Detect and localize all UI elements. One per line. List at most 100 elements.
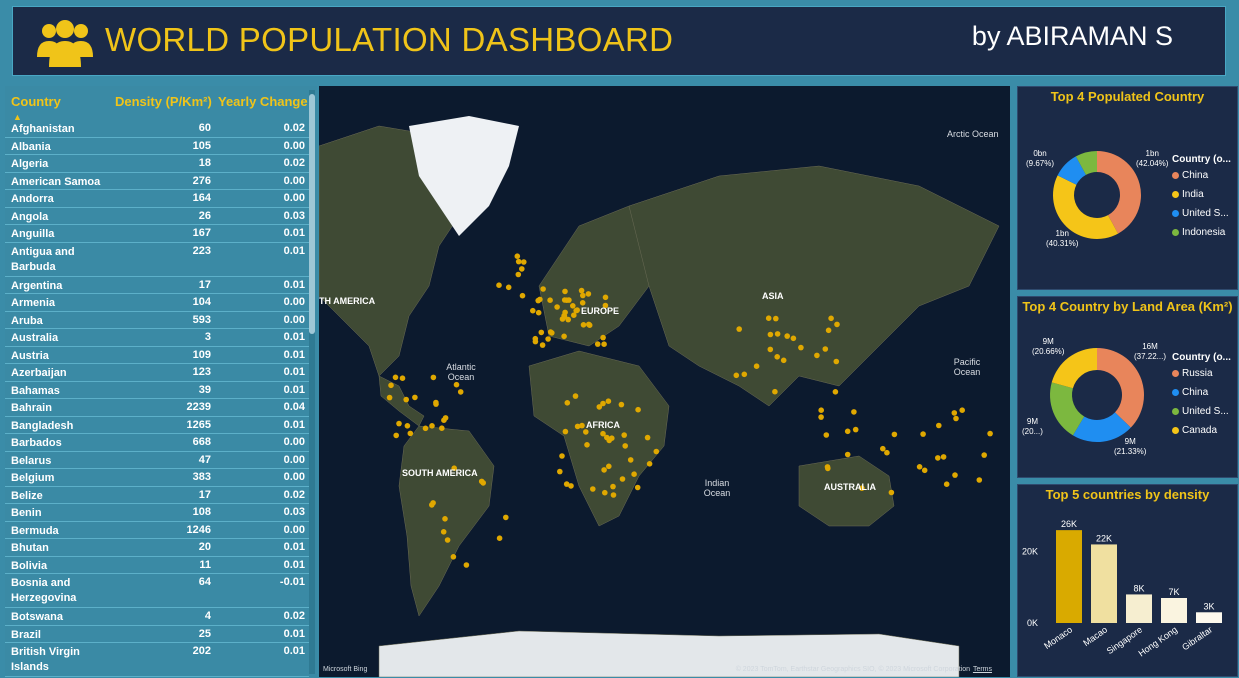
country-point[interactable]	[585, 291, 592, 297]
table-row[interactable]: Austria 109 0.01	[5, 347, 309, 364]
table-row[interactable]: Aruba 593 0.00	[5, 312, 309, 329]
country-point[interactable]	[753, 363, 760, 370]
country-point[interactable]	[627, 457, 634, 463]
country-point[interactable]	[605, 398, 612, 405]
country-point[interactable]	[557, 468, 563, 475]
country-point[interactable]	[562, 428, 569, 435]
country-point[interactable]	[571, 312, 577, 318]
country-point[interactable]	[773, 315, 779, 322]
country-point[interactable]	[442, 516, 448, 522]
country-point[interactable]	[579, 300, 586, 306]
country-point[interactable]	[936, 422, 942, 429]
country-point[interactable]	[814, 352, 820, 359]
bar-hong-kong[interactable]	[1161, 598, 1187, 623]
country-point[interactable]	[515, 258, 522, 265]
country-point[interactable]	[935, 455, 941, 461]
table-row[interactable]: Belarus 47 0.00	[5, 452, 309, 469]
country-point[interactable]	[535, 309, 542, 316]
table-row[interactable]: British Virgin Islands 202 0.01	[5, 643, 309, 677]
country-point[interactable]	[562, 309, 568, 316]
country-point[interactable]	[976, 477, 983, 483]
country-point[interactable]	[561, 333, 567, 340]
legend-item-indonesia[interactable]: Indonesia	[1172, 227, 1225, 238]
country-point[interactable]	[920, 431, 926, 437]
bar-monaco[interactable]	[1056, 530, 1082, 623]
country-point[interactable]	[412, 394, 418, 401]
country-point[interactable]	[601, 341, 607, 347]
country-point[interactable]	[521, 259, 527, 265]
country-point[interactable]	[987, 430, 993, 437]
country-point[interactable]	[496, 282, 502, 288]
table-row[interactable]: Belgium 383 0.00	[5, 469, 309, 487]
legend-item-united-states[interactable]: United S...	[1172, 208, 1229, 219]
table-row[interactable]: Botswana 4 0.02	[5, 608, 309, 626]
country-point[interactable]	[798, 344, 804, 351]
country-point[interactable]	[586, 321, 592, 328]
country-point[interactable]	[823, 432, 830, 438]
legend-item-china[interactable]: China	[1172, 170, 1208, 181]
map-terms-link[interactable]: Terms	[973, 666, 992, 673]
country-point[interactable]	[834, 321, 840, 328]
country-point[interactable]	[530, 307, 536, 314]
table-row[interactable]: American Samoa 276 0.00	[5, 173, 309, 190]
country-point[interactable]	[564, 400, 571, 406]
country-point[interactable]	[442, 415, 449, 421]
legend-item-canada[interactable]: Canada	[1172, 425, 1217, 436]
country-point[interactable]	[539, 342, 546, 348]
country-point[interactable]	[559, 453, 565, 459]
country-point[interactable]	[404, 423, 411, 429]
country-point[interactable]	[653, 448, 660, 455]
country-point[interactable]	[453, 381, 460, 388]
country-point[interactable]	[610, 483, 616, 490]
country-point[interactable]	[940, 454, 947, 460]
country-point[interactable]	[736, 326, 742, 332]
table-row[interactable]: Bolivia 11 0.01	[5, 557, 309, 574]
country-point[interactable]	[444, 537, 451, 543]
country-point[interactable]	[916, 464, 923, 470]
country-point[interactable]	[824, 464, 831, 470]
country-point[interactable]	[943, 481, 950, 488]
country-point[interactable]	[952, 472, 958, 478]
country-point[interactable]	[784, 333, 790, 339]
country-point[interactable]	[884, 449, 890, 456]
table-row[interactable]: Benin 108 0.03	[5, 504, 309, 522]
country-point[interactable]	[733, 372, 740, 379]
country-point[interactable]	[767, 331, 774, 338]
country-point[interactable]	[832, 389, 839, 395]
country-point[interactable]	[601, 467, 607, 473]
table-row[interactable]: Bahrain 2239 0.04	[5, 399, 309, 417]
country-point[interactable]	[554, 304, 560, 310]
country-point[interactable]	[572, 393, 579, 399]
country-point[interactable]	[844, 451, 851, 458]
country-point[interactable]	[574, 423, 581, 430]
country-point[interactable]	[767, 346, 774, 353]
country-point[interactable]	[463, 562, 470, 568]
country-point[interactable]	[646, 461, 653, 467]
country-point[interactable]	[953, 415, 959, 422]
country-point[interactable]	[790, 335, 797, 342]
scrollbar-thumb[interactable]	[309, 94, 315, 334]
column-header-yearly-change[interactable]: Yearly Change	[218, 94, 308, 109]
country-point[interactable]	[440, 529, 447, 535]
country-point[interactable]	[774, 331, 781, 337]
bing-logo[interactable]: Microsoft Bing	[323, 666, 367, 673]
table-row[interactable]: Bhutan 20 0.01	[5, 539, 309, 557]
country-point[interactable]	[600, 400, 606, 407]
bar-singapore[interactable]	[1126, 594, 1152, 623]
country-point[interactable]	[774, 354, 780, 360]
country-point[interactable]	[851, 409, 857, 415]
column-header-density[interactable]: Density (P/Km²)	[115, 94, 212, 109]
table-row[interactable]: Algeria 18 0.02	[5, 155, 309, 173]
country-point[interactable]	[818, 407, 824, 414]
country-point[interactable]	[891, 431, 898, 438]
country-point[interactable]	[621, 432, 627, 438]
country-point[interactable]	[540, 286, 546, 292]
country-point[interactable]	[602, 294, 609, 301]
table-row[interactable]: Anguilla 167 0.01	[5, 225, 309, 243]
legend-item-china[interactable]: China	[1172, 387, 1208, 398]
country-point[interactable]	[888, 489, 895, 496]
country-point[interactable]	[921, 467, 928, 474]
country-point[interactable]	[981, 452, 987, 458]
country-point[interactable]	[505, 284, 512, 291]
table-row[interactable]: Bangladesh 1265 0.01	[5, 417, 309, 434]
